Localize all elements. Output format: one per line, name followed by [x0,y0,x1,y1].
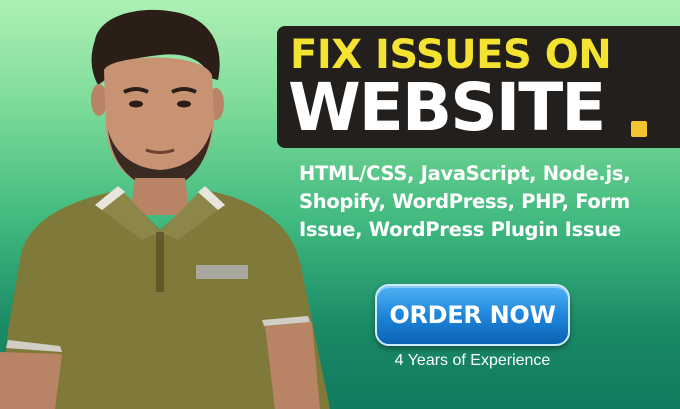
order-now-button[interactable]: ORDER NOW [375,284,570,346]
headline-dot [631,121,647,137]
experience-text: 4 Years of Experience [394,352,551,369]
headline-line-2: WEBSITE [288,69,606,146]
skills-list: HTML/CSS, JavaScript, Node.js, Shopify, … [299,162,631,241]
